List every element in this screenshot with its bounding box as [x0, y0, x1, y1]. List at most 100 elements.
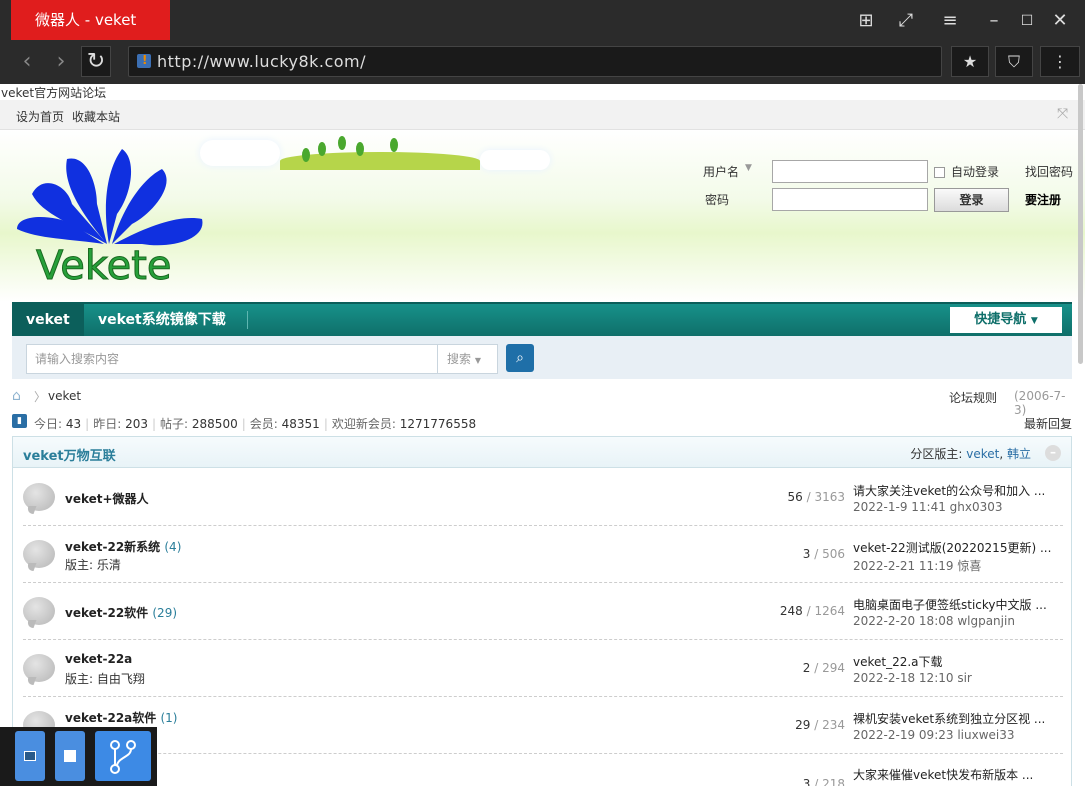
section-moderators: 分区版主: veket, 韩立 — [910, 447, 1031, 461]
bookmark-add-button[interactable]: ★ — [951, 46, 989, 77]
forum-stats: ▮ 今日: 43 | 昨日: 203 | 帖子: 288500 | 会员: 48351 | 欢迎… — [12, 414, 1072, 432]
quick-nav-button[interactable]: 快捷导航 ▼ — [950, 307, 1062, 333]
top-toolbar: 设为首页 收藏本站 ⤧ — [0, 100, 1085, 130]
board-icon — [23, 483, 55, 511]
shield-icon[interactable]: ⛉ — [995, 46, 1033, 77]
forum-section-header: veket万物互联 分区版主: veket, 韩立 – — [13, 437, 1071, 468]
last-post-title[interactable]: veket-22测试版(20220215更新) ... — [853, 539, 1053, 556]
password-label: 密码 — [705, 193, 730, 207]
last-post-meta[interactable]: 2022-2-20 18:08 wlgpanjin — [853, 614, 1015, 628]
dock-app-git[interactable] — [95, 731, 151, 781]
browser-tab[interactable]: 微器人 - veket — [11, 0, 170, 40]
search-type-label: 搜索 — [447, 352, 472, 366]
tree-decoration — [318, 142, 326, 156]
stats-chart-icon: ▮ — [12, 414, 27, 428]
board-name[interactable]: veket-22新系统 (4) — [65, 538, 181, 555]
moderator-link[interactable]: veket — [966, 447, 999, 461]
board-counts: 248 / 1264 — [779, 604, 845, 618]
tree-decoration — [390, 138, 398, 152]
main-nav: veket veket系统镜像下载 快捷导航 ▼ — [12, 302, 1072, 336]
scrollbar[interactable] — [1078, 84, 1083, 364]
moderators-label: 分区版主: — [910, 447, 963, 461]
bookmark-site-link[interactable]: 收藏本站 — [72, 108, 120, 125]
breadcrumb-current[interactable]: veket — [48, 389, 81, 403]
username-input[interactable] — [772, 160, 928, 183]
maximize-button[interactable]: ☐ — [1014, 8, 1040, 34]
board-row: veket-22a 版主: 自由飞翔 2 / 294 veket_22.a下载 … — [23, 640, 1063, 697]
browser-navbar: ‹ › ↻ http://www.lucky8k.com/ ★ ⛉ ⋮ — [0, 40, 1085, 84]
last-post-meta[interactable]: 2022-1-9 11:41 ghx0303 — [853, 500, 1003, 514]
dock-app-editor[interactable] — [55, 731, 85, 781]
board-row: 3 / 218 大家来催催veket快发布新版本 ... — [23, 754, 1063, 786]
last-post-title[interactable]: 请大家关注veket的公众号和加入 ... — [853, 482, 1053, 499]
last-post-meta[interactable]: 2022-2-18 12:10 sir — [853, 671, 972, 685]
nav-divider — [247, 311, 248, 329]
dock-app-image-viewer[interactable] — [15, 731, 45, 781]
forum-section-title[interactable]: veket万物互联 — [23, 445, 116, 464]
rules-date: (2006-7-3) — [1014, 389, 1066, 417]
board-name[interactable]: veket-22a软件 (1) — [65, 709, 177, 726]
board-moderator: 版主: 乐清 — [65, 558, 121, 572]
search-input[interactable]: 请输入搜索内容 — [26, 344, 438, 374]
board-name[interactable]: veket-22a — [65, 652, 132, 666]
last-post-title[interactable]: 裸机安装veket系统到独立分区视 ... — [853, 710, 1053, 727]
last-post-title[interactable]: veket_22.a下载 — [853, 653, 1053, 670]
close-button[interactable]: ✕ — [1047, 8, 1073, 34]
logo-text: Vekete — [36, 243, 172, 289]
web-page: veket官方网站论坛 设为首页 收藏本站 ⤧ Vekete 用户名 ▼ 自动登… — [0, 84, 1085, 786]
set-home-link[interactable]: 设为首页 — [16, 108, 64, 125]
site-security-icon[interactable] — [137, 46, 151, 75]
auto-login-label: 自动登录 — [951, 165, 1000, 179]
url-text: http://www.lucky8k.com/ — [157, 52, 367, 71]
search-type-select[interactable]: 搜索 ▼ — [437, 344, 498, 374]
board-row: veket+微器人 56 / 3163 请大家关注veket的公众号和加入 ..… — [23, 469, 1063, 526]
stat-posts-label: 帖子: — [160, 417, 189, 431]
stat-yesterday: 203 — [125, 417, 148, 431]
tree-decoration — [302, 148, 310, 162]
cloud-decoration — [200, 140, 280, 166]
nav-item-veket[interactable]: veket — [12, 304, 84, 336]
forum-section: veket万物互联 分区版主: veket, 韩立 – veket+微器人 56… — [12, 436, 1072, 786]
fullscreen-icon[interactable]: ⤢ — [893, 8, 919, 34]
login-button[interactable]: 登录 — [934, 188, 1009, 212]
stat-welcome-label: 欢迎新会员: — [331, 417, 396, 431]
nav-item-download[interactable]: veket系统镜像下载 — [98, 304, 226, 336]
stat-members: 48351 — [281, 417, 320, 431]
back-button[interactable]: ‹ — [12, 47, 42, 77]
auto-login-checkbox[interactable] — [934, 167, 945, 178]
menu-icon[interactable]: ≡ — [937, 8, 963, 34]
search-button[interactable]: ⌕ — [506, 344, 534, 372]
board-icon — [23, 597, 55, 625]
board-counts: 56 / 3163 — [787, 490, 845, 504]
register-link[interactable]: 要注册 — [1025, 191, 1061, 208]
board-name[interactable]: veket+微器人 — [65, 490, 149, 507]
expand-icon[interactable]: ⤧ — [1057, 107, 1071, 121]
find-password-link[interactable]: 找回密码 — [1025, 163, 1073, 180]
reload-button[interactable]: ↻ — [81, 46, 111, 77]
last-post-meta[interactable]: 2022-2-21 11:19 惊喜 — [853, 557, 981, 574]
moderator-link[interactable]: 韩立 — [1007, 447, 1031, 461]
home-icon[interactable]: ⌂ — [12, 388, 21, 404]
board-row: veket-22新系统 (4) 版主: 乐清 3 / 506 veket-22测… — [23, 526, 1063, 583]
board-name[interactable]: veket-22软件 (29) — [65, 604, 177, 621]
tree-decoration — [338, 136, 346, 150]
collapse-icon[interactable]: – — [1045, 445, 1061, 461]
title-bar: 微器人 - veket ⊞ ⤢ ≡ – ☐ ✕ — [0, 0, 1085, 40]
chevron-down-icon[interactable]: ▼ — [745, 163, 752, 173]
last-post-title[interactable]: 电脑桌面电子便签纸sticky中文版 ... — [853, 596, 1053, 613]
minimize-button[interactable]: – — [981, 8, 1007, 34]
board-moderator: 版主: 自由飞翔 — [65, 672, 145, 686]
forward-button[interactable]: › — [46, 47, 76, 77]
address-bar[interactable]: http://www.lucky8k.com/ — [128, 46, 942, 77]
tree-decoration — [356, 142, 364, 156]
latest-reply-link[interactable]: 最新回复 — [1024, 415, 1072, 432]
last-post-title[interactable]: 大家来催催veket快发布新版本 ... — [853, 766, 1053, 783]
more-menu-button[interactable]: ⋮ — [1040, 46, 1080, 77]
hill-decoration — [280, 152, 480, 170]
password-input[interactable] — [772, 188, 928, 211]
new-tab-icon[interactable]: ⊞ — [853, 8, 879, 34]
forum-rules-link[interactable]: 论坛规则 — [949, 389, 997, 406]
taskbar-dock — [0, 727, 157, 786]
newest-member-link[interactable]: 1271776558 — [400, 417, 476, 431]
last-post-meta[interactable]: 2022-2-19 09:23 liuxwei33 — [853, 728, 1015, 742]
